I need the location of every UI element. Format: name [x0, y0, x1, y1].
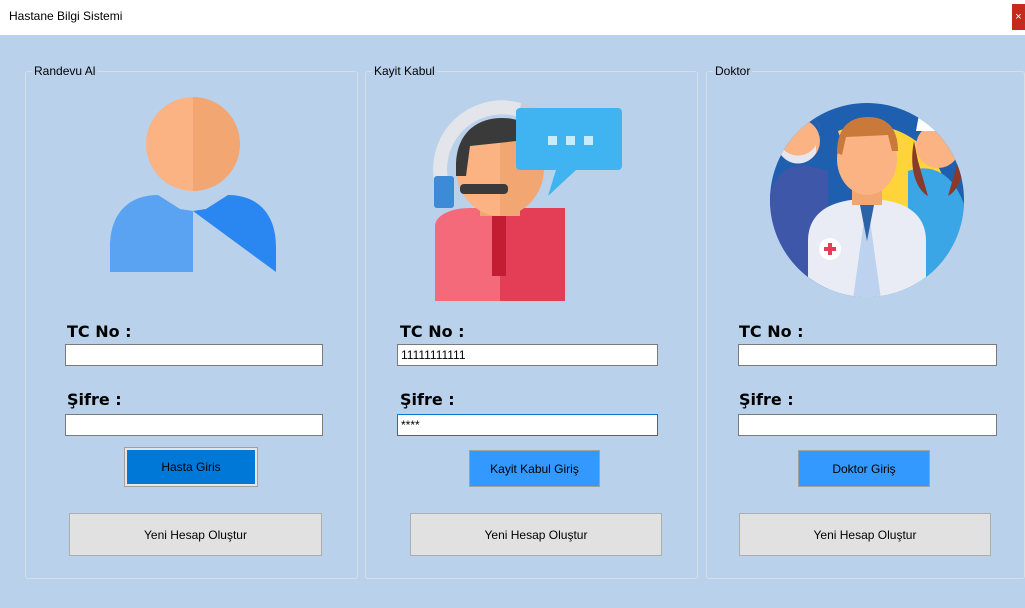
password-label-patient: Şifre :	[67, 390, 122, 409]
tc-label-patient: TC No :	[67, 322, 132, 341]
tc-input-reception[interactable]	[397, 344, 658, 366]
close-button[interactable]: ×	[1012, 4, 1025, 30]
tc-label-reception: TC No :	[400, 322, 465, 341]
reception-login-label: Kayit Kabul Giriş	[490, 461, 579, 476]
password-input-reception[interactable]	[397, 414, 658, 436]
password-input-doctor[interactable]	[738, 414, 997, 436]
doctor-register-button[interactable]: Yeni Hesap Oluştur	[739, 513, 991, 556]
password-input-patient[interactable]	[65, 414, 323, 436]
doctor-login-button[interactable]: Doktor Giriş	[798, 450, 930, 487]
tc-input-patient[interactable]	[65, 344, 323, 366]
group-legend-kayit-kabul: Kayit Kabul	[374, 64, 435, 78]
reception-register-button[interactable]: Yeni Hesap Oluştur	[410, 513, 662, 556]
password-label-reception: Şifre :	[400, 390, 455, 409]
password-label-doctor: Şifre :	[739, 390, 794, 409]
reception-login-button[interactable]: Kayit Kabul Giriş	[469, 450, 600, 487]
patient-login-button[interactable]: Hasta Giris	[124, 447, 258, 487]
group-legend-randevu-al: Randevu Al	[34, 64, 96, 78]
receptionist-chat-icon	[433, 100, 622, 301]
patient-register-button[interactable]: Yeni Hesap Oluştur	[69, 513, 322, 556]
doctor-login-label: Doktor Giriş	[832, 461, 896, 476]
title-bar: Hastane Bilgi Sistemi ×	[0, 0, 1025, 35]
patient-user-icon	[110, 97, 276, 272]
medical-staff-icon	[770, 103, 964, 297]
patient-login-label: Hasta Giris	[127, 450, 255, 484]
window-frame	[0, 35, 8, 608]
tc-label-doctor: TC No :	[739, 322, 804, 341]
window-title: Hastane Bilgi Sistemi	[9, 9, 123, 23]
group-legend-doktor: Doktor	[715, 64, 751, 78]
tc-input-doctor[interactable]	[738, 344, 997, 366]
